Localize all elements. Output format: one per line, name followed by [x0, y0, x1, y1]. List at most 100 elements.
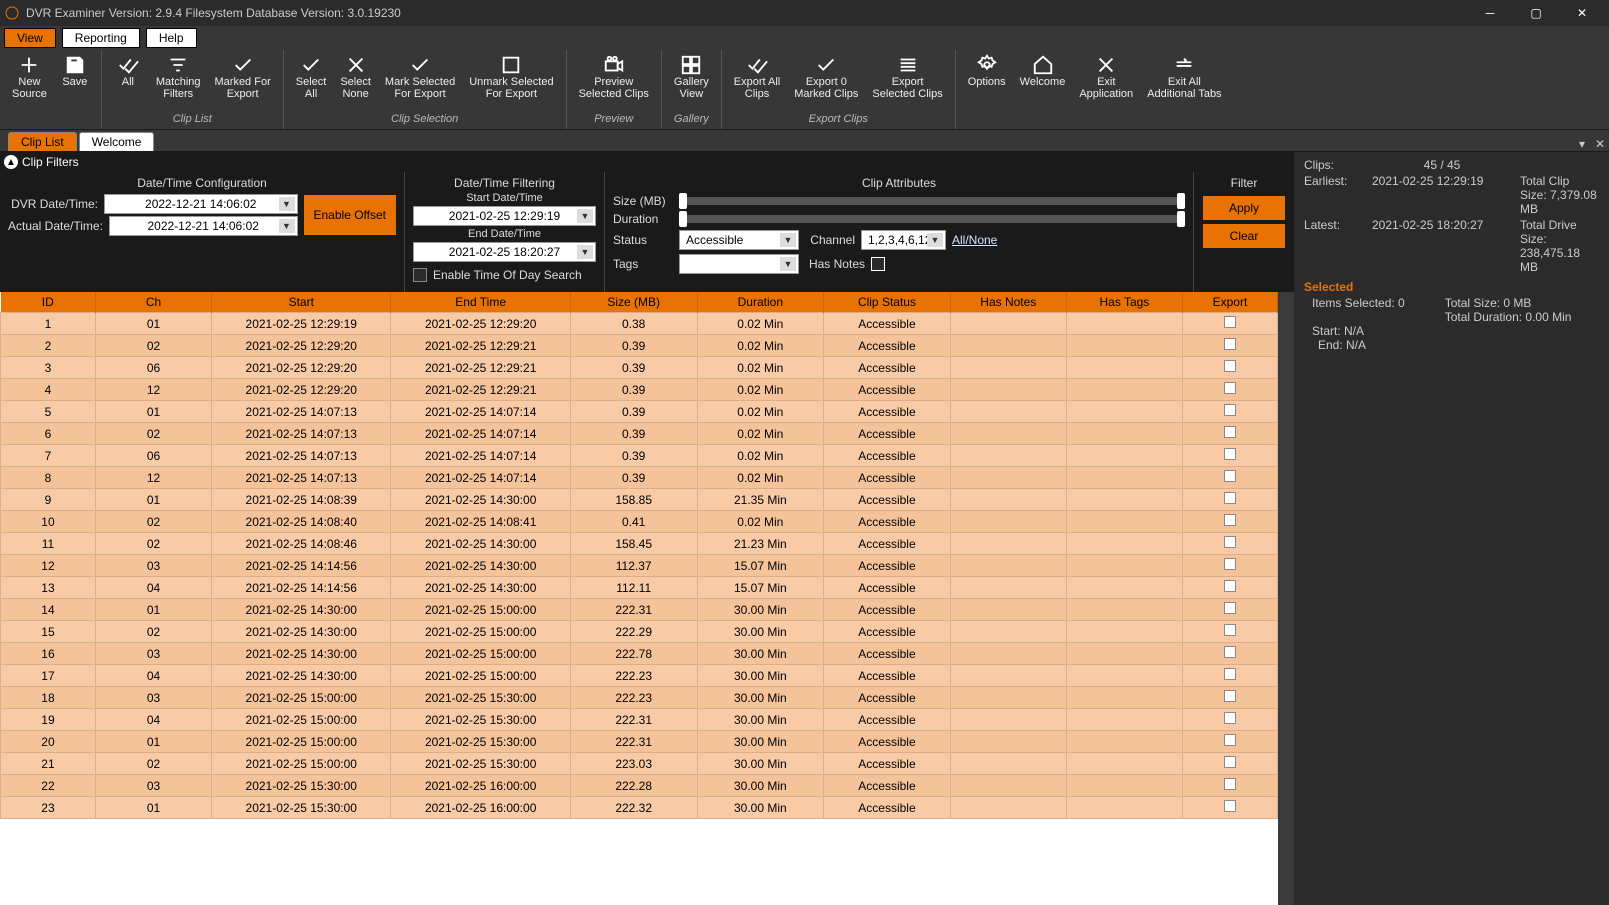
welcome-button[interactable]: Welcome — [1014, 52, 1072, 113]
export-selected-button[interactable]: Export Selected Clips — [866, 52, 948, 113]
tab-close-icon[interactable]: ✕ — [1591, 137, 1609, 151]
start-datetime-input[interactable]: 2021-02-25 12:29:19▼ — [413, 206, 596, 226]
has-notes-checkbox[interactable] — [871, 257, 885, 271]
clips-table-wrapper[interactable]: ID Ch Start End Time Size (MB) Duration … — [0, 292, 1278, 905]
col-dur[interactable]: Duration — [697, 292, 824, 313]
export-checkbox[interactable] — [1224, 360, 1236, 372]
table-row[interactable]: 6022021-02-25 14:07:132021-02-25 14:07:1… — [1, 423, 1278, 445]
select-none-button[interactable]: Select None — [334, 52, 377, 113]
table-row[interactable]: 16032021-02-25 14:30:002021-02-25 15:00:… — [1, 643, 1278, 665]
export-checkbox[interactable] — [1224, 382, 1236, 394]
col-export[interactable]: Export — [1182, 292, 1277, 313]
options-button[interactable]: Options — [962, 52, 1012, 113]
tab-dropdown-icon[interactable]: ▾ — [1573, 137, 1591, 151]
export-checkbox[interactable] — [1224, 558, 1236, 570]
export-checkbox[interactable] — [1224, 624, 1236, 636]
table-row[interactable]: 4122021-02-25 12:29:202021-02-25 12:29:2… — [1, 379, 1278, 401]
col-end[interactable]: End Time — [391, 292, 570, 313]
export-checkbox[interactable] — [1224, 580, 1236, 592]
export-checkbox[interactable] — [1224, 536, 1236, 548]
export-checkbox[interactable] — [1224, 734, 1236, 746]
table-row[interactable]: 19042021-02-25 15:00:002021-02-25 15:30:… — [1, 709, 1278, 731]
col-start[interactable]: Start — [212, 292, 391, 313]
col-status[interactable]: Clip Status — [824, 292, 951, 313]
export-checkbox[interactable] — [1224, 316, 1236, 328]
window-maximize-button[interactable]: ▢ — [1513, 0, 1559, 26]
select-all-button[interactable]: Select All — [290, 52, 333, 113]
menu-help[interactable]: Help — [146, 28, 197, 48]
export-checkbox[interactable] — [1224, 448, 1236, 460]
table-row[interactable]: 14012021-02-25 14:30:002021-02-25 15:00:… — [1, 599, 1278, 621]
clip-filters-header[interactable]: ▲ Clip Filters — [0, 152, 1294, 172]
exit-app-button[interactable]: Exit Application — [1073, 52, 1139, 113]
export-all-button[interactable]: Export All Clips — [728, 52, 786, 113]
table-row[interactable]: 12032021-02-25 14:14:562021-02-25 14:30:… — [1, 555, 1278, 577]
export-checkbox[interactable] — [1224, 756, 1236, 768]
preview-clips-button[interactable]: Preview Selected Clips — [573, 52, 655, 113]
end-datetime-input[interactable]: 2021-02-25 18:20:27▼ — [413, 242, 596, 262]
tab-clip-list[interactable]: Clip List — [8, 132, 77, 151]
export-checkbox[interactable] — [1224, 800, 1236, 812]
table-row[interactable]: 15022021-02-25 14:30:002021-02-25 15:00:… — [1, 621, 1278, 643]
tags-select[interactable]: ▼ — [679, 254, 799, 274]
table-row[interactable]: 5012021-02-25 14:07:132021-02-25 14:07:1… — [1, 401, 1278, 423]
menu-view[interactable]: View — [4, 28, 56, 48]
table-row[interactable]: 2022021-02-25 12:29:202021-02-25 12:29:2… — [1, 335, 1278, 357]
tab-welcome[interactable]: Welcome — [79, 132, 155, 151]
enable-tod-checkbox[interactable] — [413, 268, 427, 282]
mark-selected-button[interactable]: Mark Selected For Export — [379, 52, 461, 113]
export-checkbox[interactable] — [1224, 712, 1236, 724]
export-checkbox[interactable] — [1224, 426, 1236, 438]
table-row[interactable]: 9012021-02-25 14:08:392021-02-25 14:30:0… — [1, 489, 1278, 511]
table-row[interactable]: 8122021-02-25 14:07:132021-02-25 14:07:1… — [1, 467, 1278, 489]
table-row[interactable]: 18032021-02-25 15:00:002021-02-25 15:30:… — [1, 687, 1278, 709]
duration-slider[interactable] — [679, 215, 1185, 223]
export-marked-button[interactable]: Export 0 Marked Clips — [788, 52, 864, 113]
export-checkbox[interactable] — [1224, 338, 1236, 350]
col-notes[interactable]: Has Notes — [950, 292, 1066, 313]
new-source-button[interactable]: New Source — [6, 52, 53, 113]
all-button[interactable]: All — [108, 52, 148, 113]
export-checkbox[interactable] — [1224, 646, 1236, 658]
table-row[interactable]: 22032021-02-25 15:30:002021-02-25 16:00:… — [1, 775, 1278, 797]
table-row[interactable]: 23012021-02-25 15:30:002021-02-25 16:00:… — [1, 797, 1278, 819]
table-row[interactable]: 13042021-02-25 14:14:562021-02-25 14:30:… — [1, 577, 1278, 599]
gallery-view-button[interactable]: Gallery View — [668, 52, 715, 113]
table-row[interactable]: 20012021-02-25 15:00:002021-02-25 15:30:… — [1, 731, 1278, 753]
dvr-datetime-input[interactable]: 2022-12-21 14:06:02▼ — [104, 194, 298, 214]
apply-button[interactable]: Apply — [1203, 196, 1285, 220]
table-row[interactable]: 1012021-02-25 12:29:192021-02-25 12:29:2… — [1, 313, 1278, 335]
size-slider[interactable] — [679, 197, 1185, 205]
table-row[interactable]: 17042021-02-25 14:30:002021-02-25 15:00:… — [1, 665, 1278, 687]
export-checkbox[interactable] — [1224, 492, 1236, 504]
channel-select[interactable]: 1,2,3,4,6,12▼ — [861, 230, 946, 250]
table-row[interactable]: 21022021-02-25 15:00:002021-02-25 15:30:… — [1, 753, 1278, 775]
status-select[interactable]: Accessible▼ — [679, 230, 799, 250]
window-minimize-button[interactable]: ─ — [1467, 0, 1513, 26]
unmark-selected-button[interactable]: Unmark Selected For Export — [463, 52, 559, 113]
clear-button[interactable]: Clear — [1203, 224, 1285, 248]
col-id[interactable]: ID — [1, 292, 96, 313]
export-checkbox[interactable] — [1224, 470, 1236, 482]
exit-all-tabs-button[interactable]: Exit All Additional Tabs — [1141, 52, 1227, 113]
col-size[interactable]: Size (MB) — [570, 292, 697, 313]
window-close-button[interactable]: ✕ — [1559, 0, 1605, 26]
table-row[interactable]: 10022021-02-25 14:08:402021-02-25 14:08:… — [1, 511, 1278, 533]
table-row[interactable]: 11022021-02-25 14:08:462021-02-25 14:30:… — [1, 533, 1278, 555]
col-ch[interactable]: Ch — [95, 292, 211, 313]
table-row[interactable]: 7062021-02-25 14:07:132021-02-25 14:07:1… — [1, 445, 1278, 467]
table-row[interactable]: 3062021-02-25 12:29:202021-02-25 12:29:2… — [1, 357, 1278, 379]
menu-reporting[interactable]: Reporting — [62, 28, 140, 48]
enable-offset-button[interactable]: Enable Offset — [304, 195, 397, 235]
col-tags[interactable]: Has Tags — [1066, 292, 1182, 313]
export-checkbox[interactable] — [1224, 602, 1236, 614]
actual-datetime-input[interactable]: 2022-12-21 14:06:02▼ — [109, 216, 298, 236]
vertical-scrollbar[interactable] — [1278, 292, 1294, 905]
matching-filters-button[interactable]: Matching Filters — [150, 52, 207, 113]
all-none-link[interactable]: All/None — [952, 233, 997, 247]
export-checkbox[interactable] — [1224, 514, 1236, 526]
export-checkbox[interactable] — [1224, 778, 1236, 790]
save-button[interactable]: Save — [55, 52, 95, 113]
export-checkbox[interactable] — [1224, 404, 1236, 416]
export-checkbox[interactable] — [1224, 668, 1236, 680]
